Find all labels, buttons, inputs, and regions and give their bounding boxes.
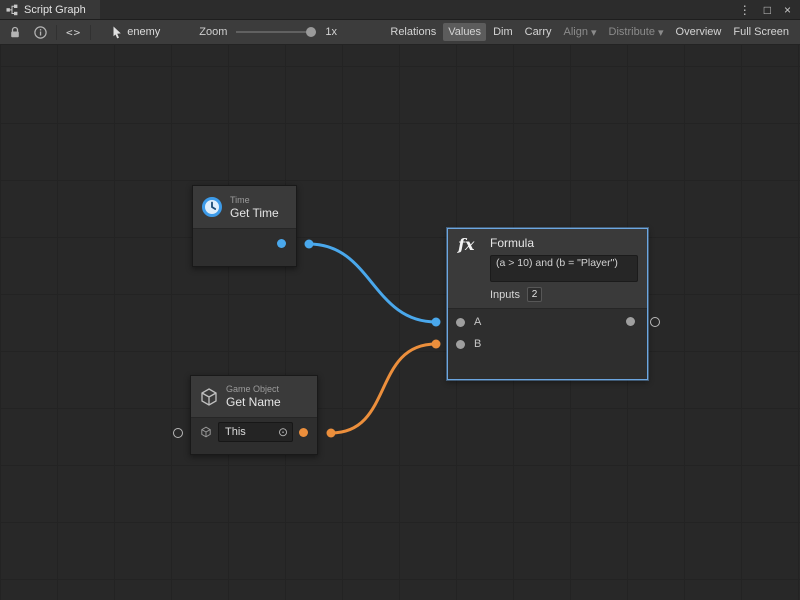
wire-endpoint <box>305 240 314 249</box>
lock-button[interactable] <box>6 23 24 41</box>
dropdown-arrow-icon: ▾ <box>658 26 664 39</box>
tab-label: Script Graph <box>24 4 86 16</box>
node-title: Get Time <box>230 206 279 220</box>
window-menu-button[interactable]: ⋮ <box>739 4 751 16</box>
node-formula-header: fx Formula (a > 10) and (b = "Player") I… <box>448 229 647 309</box>
node-get-time-header: Time Get Time <box>193 186 296 229</box>
window-controls: ⋮ □ × <box>739 0 800 19</box>
carry-button[interactable]: Carry <box>520 23 557 41</box>
wire-endpoint <box>432 318 441 327</box>
code-view-button[interactable]: <> <box>64 23 83 41</box>
maximize-button[interactable]: □ <box>764 4 771 16</box>
values-button[interactable]: Values <box>443 23 486 41</box>
node-title: Formula <box>490 236 638 250</box>
toolbar-separator <box>90 25 91 40</box>
dim-button[interactable]: Dim <box>488 23 518 41</box>
formula-expression-input[interactable]: (a > 10) and (b = "Player") <box>490 255 638 282</box>
cube-icon-small <box>200 426 212 438</box>
fullscreen-button[interactable]: Full Screen <box>728 23 794 41</box>
zoom-slider[interactable] <box>236 26 316 38</box>
port-formula-output[interactable] <box>626 317 635 326</box>
graph-canvas[interactable]: Time Get Time fx Formula (a > 10) and (b… <box>0 45 800 600</box>
node-get-name-titles: Game Object Get Name <box>226 384 281 409</box>
formula-port-row-a: A <box>448 311 647 333</box>
close-button[interactable]: × <box>784 4 791 16</box>
overview-button[interactable]: Overview <box>671 23 727 41</box>
port-formula-output-external[interactable] <box>650 317 660 327</box>
node-get-name[interactable]: Game Object Get Name This ⊙ <box>190 375 318 455</box>
align-button-label: Align <box>564 26 588 38</box>
dropdown-arrow-icon: ▾ <box>591 26 597 39</box>
align-button: Align ▾ <box>559 23 602 42</box>
wire-endpoint <box>432 340 441 349</box>
node-formula-body: A B <box>448 309 647 379</box>
wire-endpoint <box>327 429 336 438</box>
port-get-time-output[interactable] <box>277 239 286 248</box>
distribute-button-label: Distribute <box>609 26 655 38</box>
target-object-value: This <box>225 426 246 438</box>
port-formula-a[interactable] <box>456 318 465 327</box>
toolbar-button-group: Relations Values Dim Carry Align ▾ Distr… <box>385 23 794 42</box>
zoom-value: 1x <box>325 26 337 38</box>
script-graph-icon <box>6 4 18 16</box>
inputs-label: Inputs <box>490 289 520 301</box>
clock-icon <box>201 196 223 218</box>
node-get-time-titles: Time Get Time <box>230 195 279 220</box>
port-formula-b[interactable] <box>456 340 465 349</box>
wire-layer <box>0 45 800 600</box>
toolbar-separator <box>56 25 57 40</box>
node-get-time-body <box>193 229 296 266</box>
titlebar: Script Graph ⋮ □ × <box>0 0 800 20</box>
target-object-field[interactable]: This ⊙ <box>218 422 293 442</box>
lock-icon <box>9 26 21 39</box>
formula-fx-icon: fx <box>458 236 482 301</box>
graph-object-label: enemy <box>127 26 160 38</box>
node-get-name-header: Game Object Get Name <box>191 376 317 418</box>
object-picker-icon[interactable]: ⊙ <box>278 426 288 438</box>
zoom-slider-track[interactable] <box>236 31 316 33</box>
node-title: Get Name <box>226 395 281 409</box>
tab-script-graph[interactable]: Script Graph <box>0 0 100 19</box>
relations-button[interactable]: Relations <box>385 23 441 41</box>
cube-icon <box>199 387 219 407</box>
zoom-label: Zoom <box>199 26 227 38</box>
info-button[interactable] <box>31 23 49 41</box>
toolbar: <> enemy Zoom 1x Relations Values Dim Ca… <box>0 20 800 45</box>
wire-get-name-to-formula-b[interactable] <box>331 344 436 433</box>
zoom-slider-handle[interactable] <box>306 27 316 37</box>
node-get-time[interactable]: Time Get Time <box>192 185 297 267</box>
node-category: Time <box>230 195 279 206</box>
port-get-name-output[interactable] <box>299 428 308 437</box>
port-b-label: B <box>474 338 481 350</box>
node-category: Game Object <box>226 384 281 395</box>
port-get-name-target-input-external[interactable] <box>173 428 183 438</box>
graph-object-breadcrumb[interactable]: enemy <box>112 26 160 39</box>
script-graph-window: Script Graph ⋮ □ × <> <box>0 0 800 600</box>
port-a-label: A <box>474 316 481 328</box>
wire-get-time-to-formula-a[interactable] <box>309 244 436 322</box>
node-get-name-body: This ⊙ <box>191 418 317 454</box>
distribute-button: Distribute ▾ <box>604 23 669 42</box>
formula-port-row-b: B <box>448 333 647 355</box>
node-formula[interactable]: fx Formula (a > 10) and (b = "Player") I… <box>447 228 648 380</box>
inputs-count-input[interactable]: 2 <box>527 287 542 302</box>
info-icon <box>34 26 47 39</box>
cursor-icon <box>112 26 122 39</box>
